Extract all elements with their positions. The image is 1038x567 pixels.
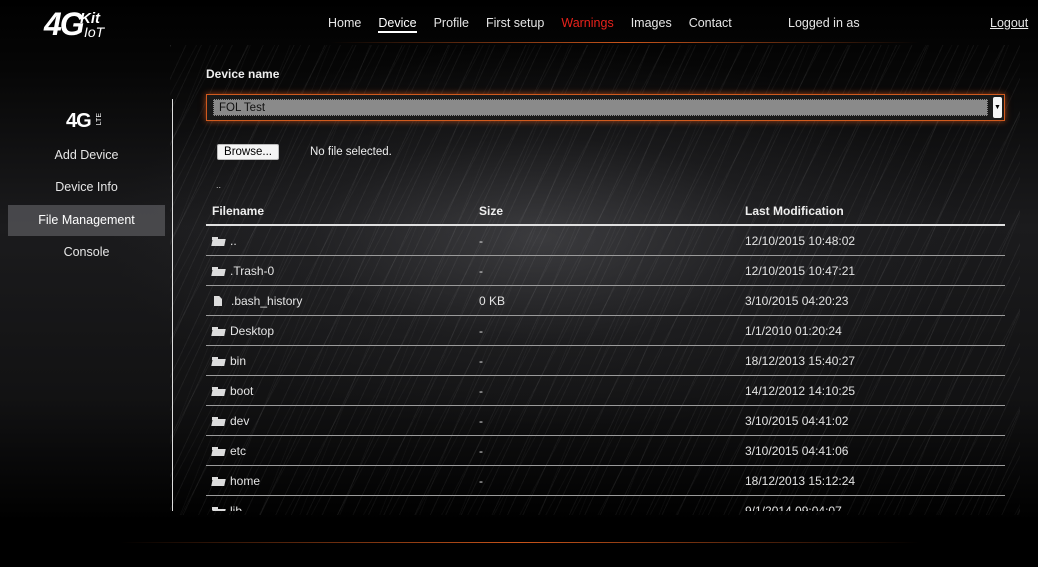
filename-cell[interactable]: Desktop — [212, 316, 274, 346]
table-row[interactable]: bin - 18/12/2013 15:40:27 — [206, 346, 1005, 376]
footer-divider — [120, 542, 920, 543]
modified-cell: 9/1/2014 09:04:07 — [745, 504, 842, 511]
filename-cell[interactable]: etc — [212, 436, 246, 466]
folder-icon — [212, 416, 225, 426]
size-cell: - — [479, 504, 483, 511]
nav-images[interactable]: Images — [631, 16, 672, 33]
table-row[interactable]: .Trash-0 - 12/10/2015 10:47:21 — [206, 256, 1005, 286]
filename-cell[interactable]: lib — [212, 496, 242, 511]
folder-icon — [212, 326, 225, 336]
browse-button[interactable]: Browse... — [217, 144, 279, 160]
lte-badge-main: 4G — [66, 110, 92, 132]
size-cell: - — [479, 354, 483, 368]
modified-cell: 3/10/2015 04:20:23 — [745, 294, 849, 308]
folder-icon — [212, 386, 225, 396]
filename-cell[interactable]: .. — [212, 226, 237, 256]
table-header: Filename Size Last Modification — [206, 199, 1005, 226]
table-row[interactable]: lib - 9/1/2014 09:04:07 — [206, 496, 1005, 511]
size-cell: - — [479, 444, 483, 458]
size-cell: - — [479, 264, 483, 278]
filename-text: dev — [230, 414, 250, 428]
chevron-down-icon[interactable]: ▼ — [993, 97, 1002, 118]
table-row[interactable]: dev - 3/10/2015 04:41:02 — [206, 406, 1005, 436]
filename-cell[interactable]: dev — [212, 406, 249, 436]
size-cell: - — [479, 414, 483, 428]
logout-link[interactable]: Logout — [990, 16, 1028, 30]
table-row[interactable]: boot - 14/12/2012 14:10:25 — [206, 376, 1005, 406]
filename-cell[interactable]: home — [212, 466, 260, 496]
sidebar-item-add-device[interactable]: Add Device — [8, 140, 165, 171]
folder-icon — [212, 446, 225, 456]
top-nav: Home Device Profile First setup Warnings… — [328, 16, 749, 33]
modified-cell: 1/1/2010 01:20:24 — [745, 324, 842, 338]
nav-first-setup[interactable]: First setup — [486, 16, 544, 33]
filename-text: .bash_history — [231, 294, 303, 308]
size-cell: 0 KB — [479, 294, 506, 308]
filename-text: bin — [230, 354, 247, 368]
filename-text: Desktop — [230, 324, 275, 338]
filename-text: lib — [230, 504, 243, 511]
sidebar-item-device-info[interactable]: Device Info — [8, 172, 165, 203]
size-cell: - — [479, 474, 483, 488]
sidebar-item-file-management[interactable]: File Management — [8, 205, 165, 236]
table-row[interactable]: home - 18/12/2013 15:12:24 — [206, 466, 1005, 496]
nav-profile[interactable]: Profile — [434, 16, 469, 33]
logged-in-label: Logged in as — [788, 16, 860, 30]
file-icon — [214, 296, 222, 306]
lte-badge: 4G LTE — [66, 110, 103, 133]
nav-contact[interactable]: Contact — [689, 16, 732, 33]
sidebar-item-console[interactable]: Console — [8, 237, 165, 268]
modified-cell: 12/10/2015 10:47:21 — [745, 264, 856, 278]
filename-cell[interactable]: boot — [212, 376, 253, 406]
nav-device[interactable]: Device — [378, 16, 417, 33]
filename-cell[interactable]: bin — [212, 346, 246, 376]
device-name-value: FOL Test — [213, 99, 988, 116]
folder-icon — [212, 266, 225, 276]
filename-cell[interactable]: .bash_history — [212, 286, 302, 316]
nav-home[interactable]: Home — [328, 16, 361, 33]
lte-badge-small: LTE — [96, 113, 103, 126]
size-cell: - — [479, 234, 483, 248]
logo-4g: 4G — [44, 6, 85, 42]
table-body: .. - 12/10/2015 10:48:02 .Trash-0 - 12/10/201… — [206, 226, 1005, 511]
filename-text: home — [230, 474, 261, 488]
file-table: Filename Size Last Modification .. - 12/10… — [206, 199, 1005, 511]
nav-warnings[interactable]: Warnings — [561, 16, 613, 33]
modified-cell: 3/10/2015 04:41:06 — [745, 444, 849, 458]
device-name-label: Device name — [206, 67, 280, 81]
folder-icon — [212, 506, 225, 512]
size-cell: - — [479, 324, 483, 338]
filename-text: .. — [230, 234, 237, 248]
modified-cell: 18/12/2013 15:40:27 — [745, 354, 856, 368]
table-row[interactable]: etc - 3/10/2015 04:41:06 — [206, 436, 1005, 466]
modified-cell: 3/10/2015 04:41:02 — [745, 414, 849, 428]
modified-cell: 14/12/2012 14:10:25 — [745, 384, 856, 398]
table-row[interactable]: Desktop - 1/1/2010 01:20:24 — [206, 316, 1005, 346]
sidebar-divider — [172, 99, 173, 511]
column-last-modification[interactable]: Last Modification — [745, 199, 844, 223]
logo-iot: IoT — [84, 24, 105, 40]
table-row[interactable]: .. - 12/10/2015 10:48:02 — [206, 226, 1005, 256]
header-divider — [330, 42, 920, 43]
filename-cell[interactable]: .Trash-0 — [212, 256, 274, 286]
device-name-select[interactable]: FOL Test ▼ — [206, 94, 1005, 121]
folder-icon — [212, 476, 225, 486]
filename-text: boot — [230, 384, 254, 398]
file-status: No file selected. — [310, 146, 392, 158]
modified-cell: 12/10/2015 10:48:02 — [745, 234, 856, 248]
filename-text: .Trash-0 — [230, 264, 275, 278]
column-size[interactable]: Size — [479, 199, 503, 223]
folder-icon — [212, 356, 225, 366]
current-path[interactable]: .. — [216, 180, 221, 190]
filename-text: etc — [230, 444, 247, 458]
column-filename[interactable]: Filename — [212, 199, 264, 223]
table-row[interactable]: .bash_history 0 KB 3/10/2015 04:20:23 — [206, 286, 1005, 316]
modified-cell: 18/12/2013 15:12:24 — [745, 474, 856, 488]
size-cell: - — [479, 384, 483, 398]
folder-icon — [212, 236, 225, 246]
app-logo[interactable]: 4G Kit IoT — [44, 6, 114, 42]
